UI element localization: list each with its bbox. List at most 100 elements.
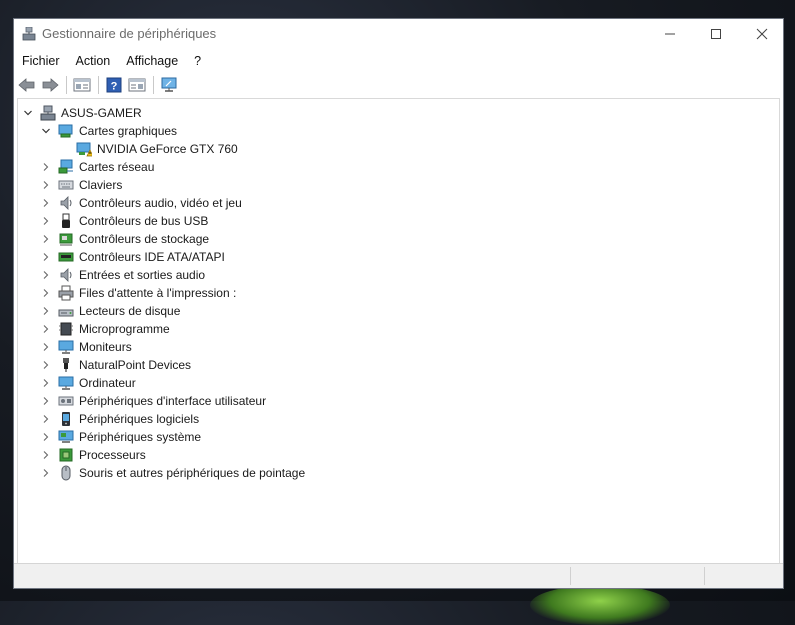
tree-category[interactable]: Entrées et sorties audio: [40, 266, 205, 284]
chevron-right-icon[interactable]: [40, 377, 52, 389]
toolbar-separator: [66, 76, 67, 94]
tree-category[interactable]: Contrôleurs audio, vidéo et jeu: [40, 194, 242, 212]
menu-fichier[interactable]: Fichier: [14, 51, 68, 71]
mouse-icon: [58, 465, 74, 481]
tree-item-label: Périphériques d'interface utilisateur: [79, 394, 267, 408]
chevron-right-icon[interactable]: [40, 233, 52, 245]
printer-icon: [58, 285, 74, 301]
tree-category[interactable]: Contrôleurs IDE ATA/ATAPI: [40, 248, 225, 266]
properties-button[interactable]: [71, 75, 93, 95]
chevron-right-icon[interactable]: [40, 161, 52, 173]
tree-item-label: ASUS-GAMER: [61, 106, 142, 120]
tree-category[interactable]: Moniteurs: [40, 338, 132, 356]
chevron-right-icon[interactable]: [40, 431, 52, 443]
chevron-right-icon[interactable]: [40, 395, 52, 407]
back-button[interactable]: [16, 75, 38, 95]
chevron-right-icon[interactable]: [40, 251, 52, 263]
tree-category[interactable]: Souris et autres périphériques de pointa…: [40, 464, 305, 482]
tree-category[interactable]: Processeurs: [40, 446, 146, 464]
chevron-right-icon[interactable]: [40, 179, 52, 191]
tree-item-label: Contrôleurs IDE ATA/ATAPI: [79, 250, 225, 264]
tree-category[interactable]: Périphériques système: [40, 428, 201, 446]
tree-category[interactable]: Périphériques logiciels: [40, 410, 199, 428]
device-manager-app-icon: [22, 26, 36, 41]
usb-icon: [58, 213, 74, 229]
keyboard-icon: [58, 177, 74, 193]
help-button[interactable]: ?: [103, 75, 125, 95]
tree-item-label: Contrôleurs de bus USB: [79, 214, 209, 228]
speaker-icon: [58, 267, 74, 283]
storage-controller-icon: [58, 231, 74, 247]
tree-item-label: Moniteurs: [79, 340, 132, 354]
minimize-icon: [665, 33, 675, 35]
device-plug-icon: [58, 357, 74, 373]
tree-item-label: Files d'attente à l'impression :: [79, 286, 237, 300]
maximize-button[interactable]: [693, 19, 739, 49]
chevron-right-icon[interactable]: [40, 449, 52, 461]
chevron-down-icon[interactable]: [40, 125, 52, 137]
chevron-right-icon[interactable]: [40, 323, 52, 335]
forward-arrow-icon: [42, 78, 59, 92]
close-button[interactable]: [739, 19, 785, 49]
tree-category[interactable]: Ordinateur: [40, 374, 136, 392]
menu-bar: Fichier Action Affichage ?: [14, 50, 783, 72]
toolbar-separator: [153, 76, 154, 94]
scan-hardware-button[interactable]: [158, 75, 180, 95]
tree-item-label: Microprogramme: [79, 322, 170, 336]
menu-action[interactable]: Action: [68, 51, 119, 71]
chevron-right-icon[interactable]: [40, 467, 52, 479]
chevron-right-icon[interactable]: [40, 305, 52, 317]
chevron-right-icon[interactable]: [40, 197, 52, 209]
monitor-icon: [58, 375, 74, 391]
chevron-right-icon[interactable]: [40, 215, 52, 227]
tree-item-label: Souris et autres périphériques de pointa…: [79, 466, 306, 480]
tree-item-label: NaturalPoint Devices: [79, 358, 192, 372]
tree-item-label: Contrôleurs audio, vidéo et jeu: [79, 196, 242, 210]
chevron-right-icon[interactable]: [40, 359, 52, 371]
close-icon: [756, 28, 768, 40]
chevron-right-icon[interactable]: [40, 341, 52, 353]
tree-item-label: Claviers: [79, 178, 123, 192]
tree-category[interactable]: Microprogramme: [40, 320, 170, 338]
status-bar-divider: [570, 567, 571, 585]
ide-icon: [58, 249, 74, 265]
tree-category[interactable]: Contrôleurs de bus USB: [40, 212, 208, 230]
status-bar: [14, 563, 783, 588]
chevron-right-icon[interactable]: [40, 269, 52, 281]
forward-button[interactable]: [39, 75, 61, 95]
tree-root[interactable]: ASUS-GAMER: [22, 104, 142, 122]
menu-help[interactable]: ?: [186, 51, 209, 71]
software-device-icon: [58, 411, 74, 427]
tree-item-label: Entrées et sorties audio: [79, 268, 206, 282]
view-button[interactable]: [126, 75, 148, 95]
chevron-right-icon[interactable]: [40, 413, 52, 425]
help-icon: ?: [106, 77, 122, 93]
display-adapter-warning-icon: [76, 141, 92, 157]
tree-category[interactable]: Contrôleurs de stockage: [40, 230, 209, 248]
status-bar-divider: [704, 567, 705, 585]
disk-drive-icon: [58, 303, 74, 319]
view-icon: [128, 78, 146, 92]
tree-category[interactable]: Cartes graphiques: [40, 122, 177, 140]
title-bar[interactable]: Gestionnaire de périphériques: [14, 19, 783, 49]
chevron-down-icon[interactable]: [22, 107, 34, 119]
device-tree: ASUS-GAMER Cartes graphiques NVIDIA GeForc…: [17, 98, 780, 566]
processor-icon: [58, 447, 74, 463]
maximize-icon: [711, 29, 721, 39]
tree-category[interactable]: NaturalPoint Devices: [40, 356, 191, 374]
tree-device[interactable]: NVIDIA GeForce GTX 760: [58, 140, 238, 158]
chevron-right-icon[interactable]: [40, 287, 52, 299]
tree-item-label: Cartes graphiques: [79, 124, 178, 138]
tree-category[interactable]: Cartes réseau: [40, 158, 154, 176]
tree-category[interactable]: Lecteurs de disque: [40, 302, 180, 320]
firmware-icon: [58, 321, 74, 337]
tree-category[interactable]: Claviers: [40, 176, 122, 194]
tree-item-label: Ordinateur: [79, 376, 136, 390]
menu-affichage[interactable]: Affichage: [118, 51, 186, 71]
minimize-button[interactable]: [647, 19, 693, 49]
tree-category[interactable]: Files d'attente à l'impression :: [40, 284, 236, 302]
system-device-icon: [58, 429, 74, 445]
monitor-scan-icon: [161, 77, 177, 92]
tree-category[interactable]: Périphériques d'interface utilisateur: [40, 392, 266, 410]
